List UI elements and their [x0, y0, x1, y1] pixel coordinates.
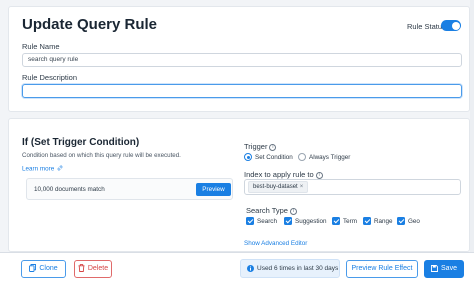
save-button[interactable]: Save: [424, 260, 464, 278]
search-type-label: Search Type i: [246, 206, 297, 215]
condition-query-box: 10,000 documents match Preview: [26, 178, 233, 200]
rule-status-label: Rule Status: [407, 22, 446, 31]
rule-name-input[interactable]: search query rule: [22, 53, 462, 67]
index-label: Index to apply rule to i: [244, 170, 323, 179]
info-icon: i: [289, 208, 297, 215]
delete-button[interactable]: Delete: [74, 260, 112, 278]
trigger-always-radio[interactable]: [298, 153, 306, 161]
info-icon: i: [269, 144, 277, 151]
usage-badge: Used 6 times in last 30 days: [240, 259, 340, 278]
rule-status-toggle[interactable]: [441, 20, 461, 31]
trigger-label: Trigger i: [244, 142, 277, 151]
info-icon: [247, 264, 254, 272]
index-tag-label: best-buy-dataset: [253, 184, 298, 190]
rule-description-input[interactable]: [22, 84, 462, 98]
trigger-label-text: Trigger: [244, 142, 268, 151]
save-label: Save: [441, 265, 457, 272]
search-type-term-label: Term: [343, 218, 357, 225]
show-advanced-editor-link[interactable]: Show Advanced Editor: [244, 240, 307, 247]
search-type-range-checkbox[interactable]: [363, 217, 371, 225]
search-type-suggestion-checkbox[interactable]: [284, 217, 292, 225]
info-icon: i: [315, 172, 323, 179]
trigger-always-label: Always Trigger: [309, 154, 351, 161]
preview-rule-effect-button[interactable]: Preview Rule Effect: [346, 260, 418, 278]
search-type-search-checkbox[interactable]: [246, 217, 254, 225]
link-icon: [57, 165, 63, 171]
search-type-geo-checkbox[interactable]: [397, 217, 405, 225]
copy-icon: [29, 263, 37, 272]
search-type-geo-label: Geo: [408, 218, 420, 225]
search-type-suggestion-label: Suggestion: [295, 218, 327, 225]
usage-text: Used 6 times in last 30 days: [257, 265, 339, 272]
learn-more-link[interactable]: Learn more: [22, 165, 63, 173]
trigger-set-condition-radio[interactable]: [244, 153, 252, 161]
learn-more-label: Learn more: [22, 165, 55, 173]
search-type-range-label: Range: [374, 218, 393, 225]
search-type-search-label: Search: [257, 218, 277, 225]
condition-description: Condition based on which this query rule…: [22, 152, 181, 159]
index-label-text: Index to apply rule to: [244, 170, 314, 179]
documents-match-text: 10,000 documents match: [34, 186, 105, 193]
preview-button[interactable]: Preview: [196, 183, 231, 196]
app-frame: Update Query Rule Rule Status Rule Name …: [0, 0, 474, 286]
search-type-label-text: Search Type: [246, 206, 288, 215]
scrollbar-track[interactable]: [470, 0, 474, 286]
trash-icon: [78, 263, 85, 272]
condition-section-title: If (Set Trigger Condition): [22, 137, 140, 148]
search-type-term-checkbox[interactable]: [332, 217, 340, 225]
rule-description-label: Rule Description: [22, 73, 78, 82]
delete-label: Delete: [87, 265, 109, 272]
close-icon[interactable]: ×: [300, 184, 304, 190]
clone-button[interactable]: Clone: [21, 260, 66, 278]
page-title: Update Query Rule: [22, 16, 158, 33]
rule-name-label: Rule Name: [22, 42, 60, 51]
save-icon: [431, 264, 438, 272]
index-tag: best-buy-dataset ×: [248, 181, 309, 193]
trigger-set-condition-label: Set Condition: [255, 154, 293, 161]
clone-label: Clone: [39, 265, 58, 272]
